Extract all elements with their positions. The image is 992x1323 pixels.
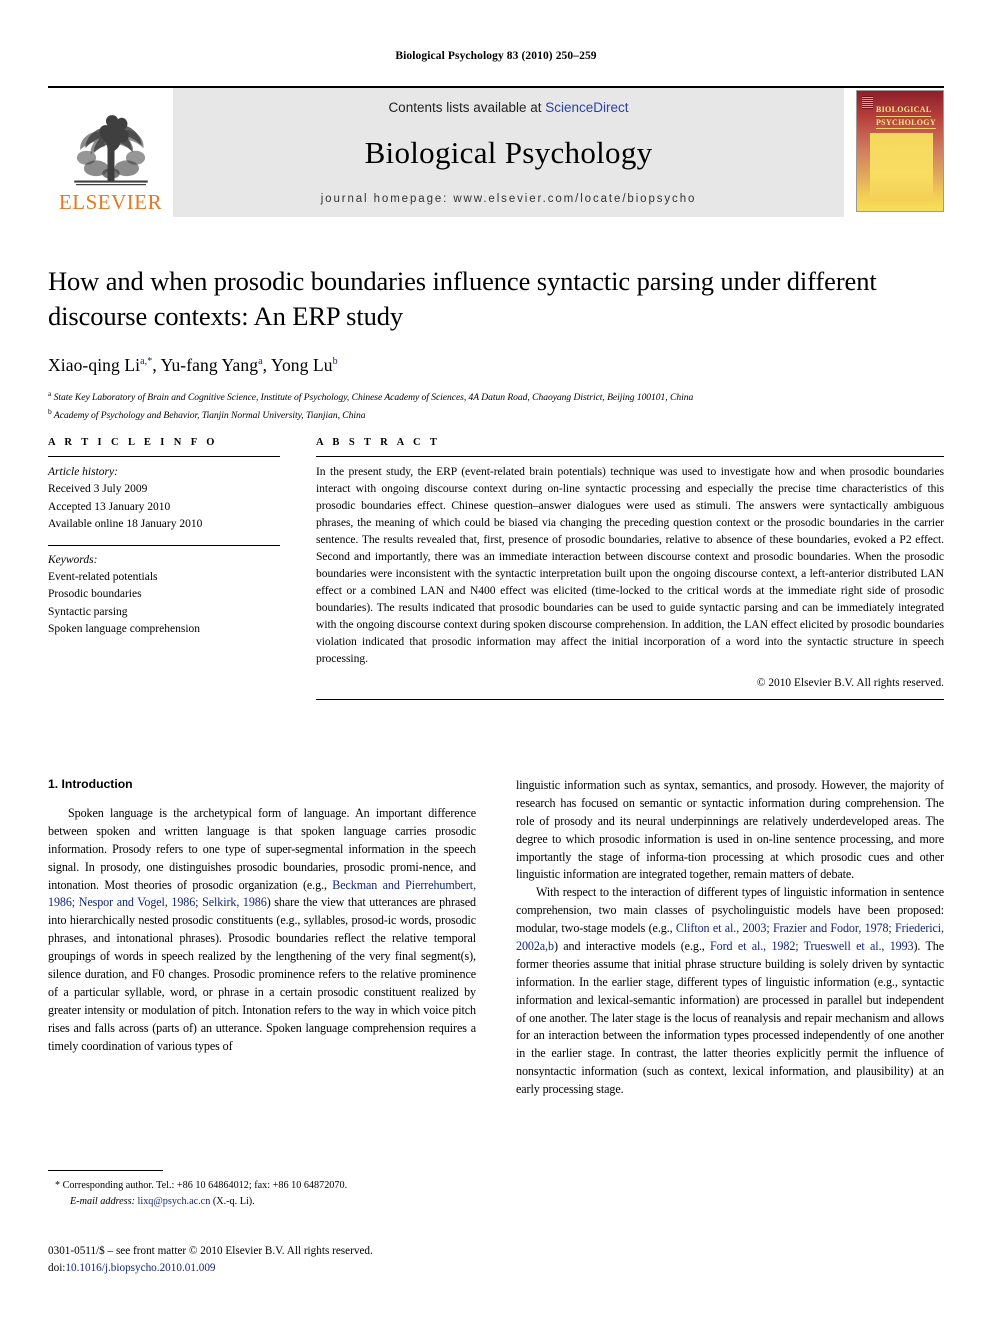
doi-line: doi:10.1016/j.biopsycho.2010.01.009 xyxy=(48,1260,548,1277)
abstract-text: In the present study, the ERP (event-rel… xyxy=(316,465,944,665)
elsevier-tree-icon xyxy=(73,115,148,186)
running-head: Biological Psychology 83 (2010) 250–259 xyxy=(395,50,597,62)
abstract-heading: A B S T R A C T xyxy=(316,437,441,448)
abstract-copyright: © 2010 Elsevier B.V. All rights reserved… xyxy=(756,676,944,689)
article-history-received: Received 3 July 2009 xyxy=(48,483,148,496)
doi-link[interactable]: 10.1016/j.biopsycho.2010.01.009 xyxy=(65,1262,215,1274)
email-owner: (X.-q. Li). xyxy=(212,1195,255,1207)
cover-elsevier-mark-icon xyxy=(862,96,873,109)
author-list: Xiao-qing Lia,*, Yu-fang Yanga, Yong Lub xyxy=(48,355,338,376)
doi-label: doi: xyxy=(48,1261,66,1274)
keyword-item: Spoken language comprehension xyxy=(48,623,201,636)
page-title: How and when prosodic boundaries influen… xyxy=(48,266,877,332)
divider xyxy=(316,698,944,700)
cover-title: BIOLOGICAL PSYCHOLOGY xyxy=(876,104,937,130)
cover-title-line2: PSYCHOLOGY xyxy=(876,117,936,130)
keyword-item: Event-related potentials xyxy=(48,570,158,583)
article-page: Biological Psychology 83 (2010) 250–259 xyxy=(0,0,992,1323)
paragraph-text: ) and interactive models (e.g., xyxy=(553,939,711,954)
body-column-left: 1. Introduction Spoken language is the a… xyxy=(48,777,476,1099)
issn-copyright-line: 0301-0511/$ – see front matter © 2010 El… xyxy=(48,1245,373,1257)
author-3: Yong Lu xyxy=(270,355,333,376)
journal-banner: Contents lists available at ScienceDirec… xyxy=(173,88,844,217)
author-3-affil-marker: b xyxy=(332,356,338,368)
footnote-contact-text: Corresponding author. Tel.: +86 10 64864… xyxy=(62,1180,348,1191)
article-info-column: A R T I C L E I N F O Article history: R… xyxy=(48,437,280,700)
keywords-label: Keywords: xyxy=(48,553,98,566)
journal-homepage[interactable]: journal homepage: www.elsevier.com/locat… xyxy=(321,193,697,205)
journal-cover-cell: BIOLOGICAL PSYCHOLOGY xyxy=(844,88,944,217)
affiliation-a: a State Key Laboratory of Brain and Cogn… xyxy=(48,389,694,404)
paragraph-text: ). The former theories assume that initi… xyxy=(516,939,944,1097)
body-columns: 1. Introduction Spoken language is the a… xyxy=(48,777,944,1099)
citation-link[interactable]: Ford et al., 1982; Trueswell et al., 199… xyxy=(710,939,914,953)
article-history-online: Available online 18 January 2010 xyxy=(48,518,203,531)
sciencedirect-link[interactable]: ScienceDirect xyxy=(545,100,628,115)
email-label: E-mail address: xyxy=(70,1195,135,1207)
journal-masthead: ELSEVIER Contents lists available at Sci… xyxy=(48,86,944,217)
keyword-item: Syntactic parsing xyxy=(48,605,128,618)
page-footer: 0301-0511/$ – see front matter © 2010 El… xyxy=(48,1243,548,1276)
divider xyxy=(48,544,280,546)
contents-prefix: Contents lists available at xyxy=(388,100,546,115)
body-column-right: linguistic information such as syntax, s… xyxy=(516,777,944,1099)
affiliation-b: b Academy of Psychology and Behavior, Ti… xyxy=(48,407,366,422)
elsevier-wordmark: ELSEVIER xyxy=(58,190,163,214)
email-link[interactable]: lixq@psych.ac.cn xyxy=(138,1196,211,1207)
section-heading-introduction: 1. Introduction xyxy=(48,777,133,791)
paragraph-text: linguistic information such as syntax, s… xyxy=(516,778,944,882)
divider xyxy=(48,1170,163,1171)
paragraph: With respect to the interaction of diffe… xyxy=(516,884,944,1099)
footnote-marker: * xyxy=(55,1180,61,1191)
contents-list-line: Contents lists available at ScienceDirec… xyxy=(388,100,628,115)
affiliation-a-text: State Key Laboratory of Brain and Cognit… xyxy=(53,392,694,404)
author-2: Yu-fang Yang xyxy=(160,355,259,376)
footnote-line-2: E-mail address: lixq@psych.ac.cn (X.-q. … xyxy=(48,1194,476,1210)
cover-panel xyxy=(870,133,933,201)
affiliations: a State Key Laboratory of Brain and Cogn… xyxy=(48,388,944,423)
journal-cover-thumbnail: BIOLOGICAL PSYCHOLOGY xyxy=(856,90,944,212)
divider xyxy=(48,456,280,457)
corresponding-author-footnote: * Corresponding author. Tel.: +86 10 648… xyxy=(48,1170,476,1210)
info-abstract-section: A R T I C L E I N F O Article history: R… xyxy=(48,437,944,700)
abstract-column: A B S T R A C T In the present study, th… xyxy=(316,437,944,700)
paragraph: linguistic information such as syntax, s… xyxy=(516,777,944,884)
cover-title-line1: BIOLOGICAL xyxy=(876,104,932,117)
divider xyxy=(316,456,944,457)
journal-title: Biological Psychology xyxy=(364,135,653,170)
footnote-line-1: * Corresponding author. Tel.: +86 10 648… xyxy=(48,1178,476,1194)
paragraph: Spoken language is the archetypical form… xyxy=(48,805,476,1055)
affiliation-b-text: Academy of Psychology and Behavior, Tian… xyxy=(53,410,366,422)
paragraph-text: ) share the view that utterances are phr… xyxy=(48,895,476,1053)
article-info-heading: A R T I C L E I N F O xyxy=(48,437,218,448)
title-block: How and when prosodic boundaries influen… xyxy=(48,264,944,424)
article-history-label: Article history: xyxy=(48,466,118,478)
author-1-affil-marker: a,* xyxy=(140,356,153,368)
keyword-item: Prosodic boundaries xyxy=(48,588,142,601)
article-history-accepted: Accepted 13 January 2010 xyxy=(48,500,171,513)
author-1: Xiao-qing Li xyxy=(48,355,141,376)
elsevier-logo: ELSEVIER xyxy=(48,88,173,217)
